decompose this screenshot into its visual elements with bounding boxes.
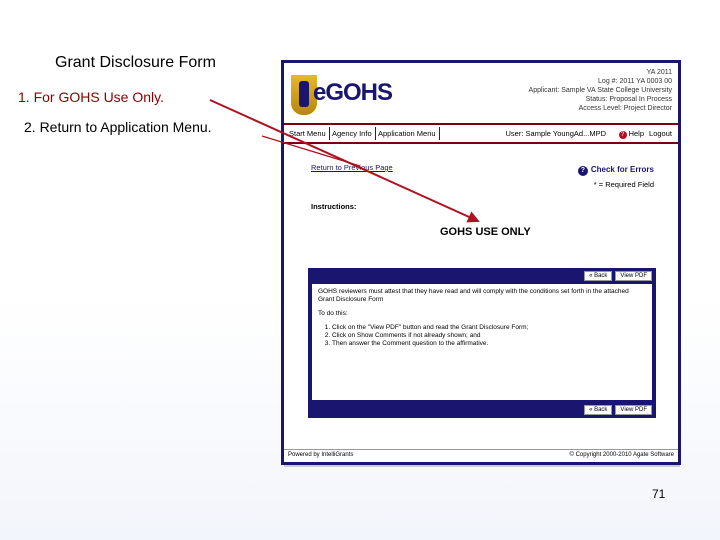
back-button-top[interactable]: « Back	[584, 271, 613, 281]
logo-text: eGOHS	[313, 79, 393, 106]
view-pdf-button-bottom[interactable]: View PDF	[615, 405, 652, 415]
user-label: User: Sample YoungAd...MPD	[505, 129, 606, 138]
nav-agency-info[interactable]: Agency Info	[329, 127, 376, 140]
header-info-line: YA 2011	[646, 69, 672, 76]
header-info-line: Log #: 2011 YA 0003 00	[598, 78, 672, 85]
footer-right: © Copyright 2000-2010 Agate Software	[569, 452, 675, 458]
panel-bottom-buttons: « Back View PDF	[581, 405, 652, 415]
steps-list: Click on the "View PDF" button and read …	[318, 324, 646, 348]
step-item: Click on the "View PDF" button and read …	[332, 324, 646, 332]
help-link[interactable]: ? Help	[618, 129, 644, 139]
view-pdf-button-top[interactable]: View PDF	[615, 271, 652, 281]
nav-bar: Start Menu Agency Info Application Menu …	[284, 123, 678, 144]
todo-label: To do this:	[318, 310, 348, 317]
return-to-previous-page-link[interactable]: Return to Previous Page	[311, 163, 393, 172]
slide-title: Grant Disclosure Form	[55, 54, 216, 71]
help-icon: ?	[618, 131, 627, 139]
egohs-logo[interactable]: eGOHS	[291, 75, 393, 117]
bullet-return-menu: 2. Return to Application Menu.	[24, 119, 212, 135]
help-label: Help	[628, 129, 644, 138]
app-header: eGOHS YA 2011 Log #: 2011 YA 0003 00 App…	[284, 63, 678, 123]
nav-start-menu[interactable]: Start Menu	[286, 127, 330, 140]
required-field-note: * = Required Field	[593, 180, 654, 189]
step-item: Then answer the Comment question to the …	[332, 340, 646, 348]
section-title: GOHS USE ONLY	[440, 226, 531, 238]
back-button-bottom[interactable]: « Back	[584, 405, 613, 415]
header-info-line: Access Level: Project Director	[578, 105, 672, 112]
bullet-gohs-use-only: 1. For GOHS Use Only.	[18, 89, 164, 105]
logout-link[interactable]: Logout	[649, 129, 672, 138]
panel-body: GOHS reviewers must attest that they hav…	[312, 284, 652, 400]
header-info-line: Applicant: Sample VA State College Unive…	[528, 87, 672, 94]
header-info: YA 2011 Log #: 2011 YA 0003 00 Applicant…	[529, 68, 672, 113]
screenshot-frame: eGOHS YA 2011 Log #: 2011 YA 0003 00 App…	[281, 60, 681, 465]
check-for-errors-label: Check for Errors	[590, 165, 654, 174]
panel-paragraph: GOHS reviewers must attest that they hav…	[318, 288, 629, 303]
step-item: Click on Show Comments if not already sh…	[332, 332, 646, 340]
check-for-errors-button[interactable]: ? Check for Errors	[577, 165, 654, 176]
footer-left: Powered by IntelliGrants	[288, 452, 354, 458]
header-info-line: Status: Proposal In Process	[585, 96, 672, 103]
panel-top-buttons: « Back View PDF	[581, 271, 652, 281]
disclosure-panel: « Back View PDF GOHS reviewers must attes…	[308, 268, 656, 418]
page-number: 71	[652, 487, 666, 501]
question-icon: ?	[577, 166, 588, 176]
instructions-label: Instructions:	[311, 202, 357, 211]
nav-application-menu[interactable]: Application Menu	[375, 127, 440, 140]
app-footer: Powered by IntelliGrants © Copyright 200…	[284, 449, 678, 462]
